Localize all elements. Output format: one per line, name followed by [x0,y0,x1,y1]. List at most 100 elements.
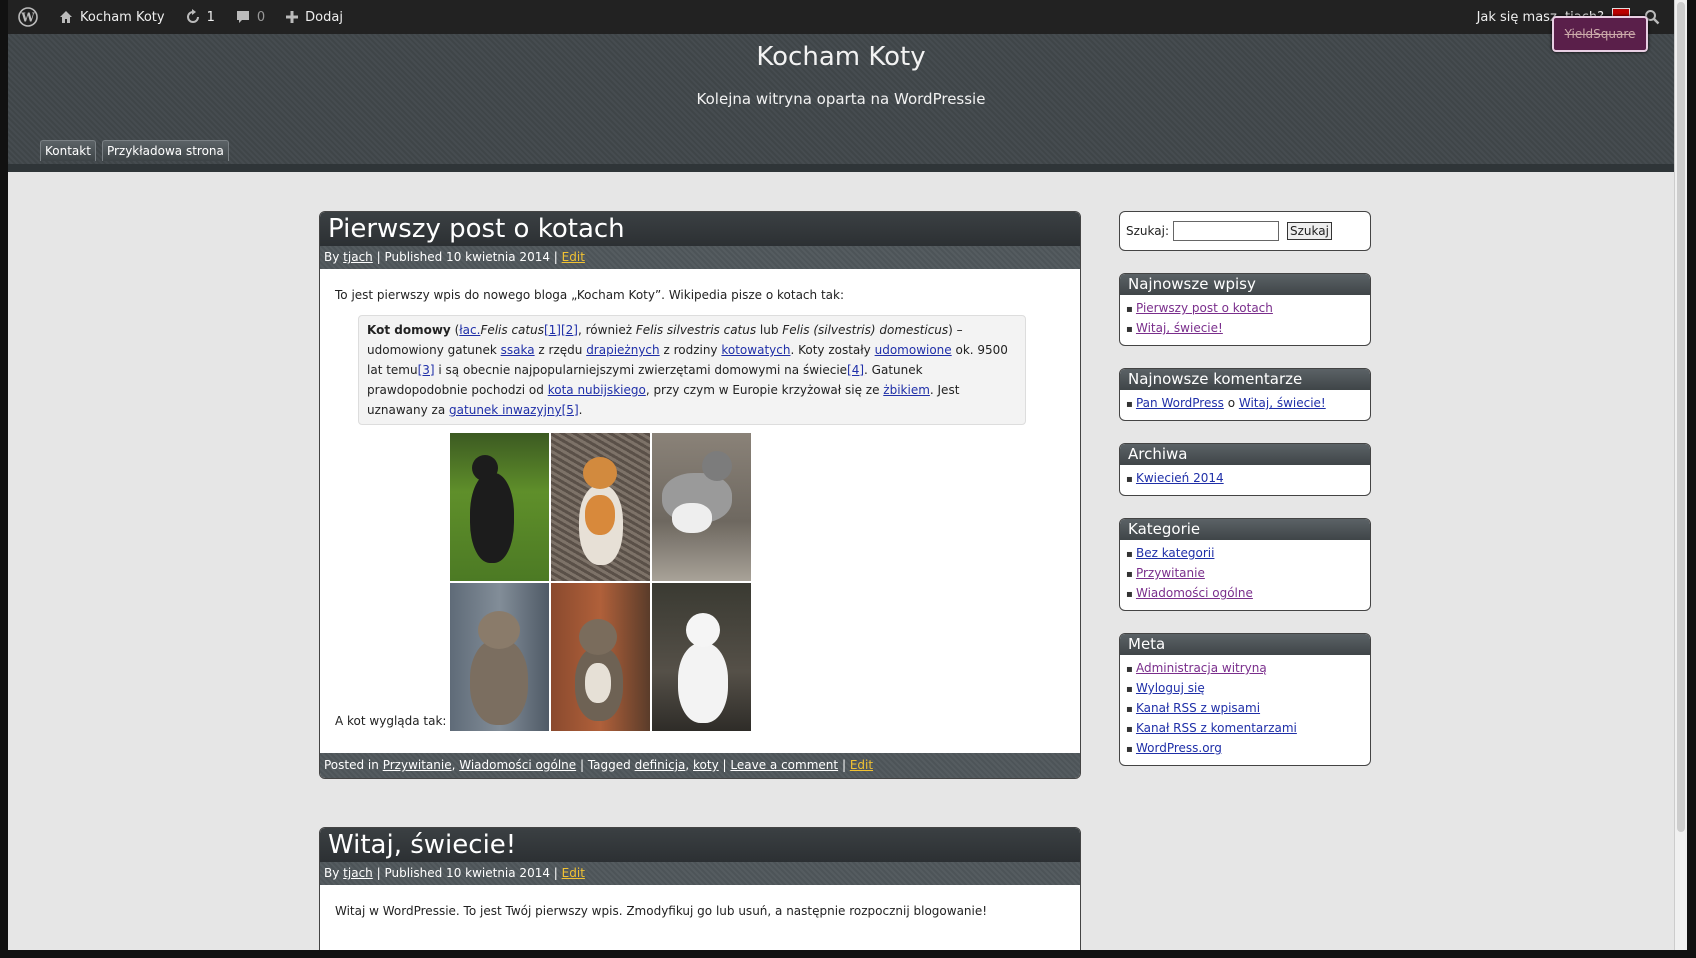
site-tagline: Kolejna witryna oparta na WordPressie [696,90,986,108]
search-button[interactable]: Szukaj [1287,222,1332,240]
site-header: Kocham Koty Kolejna witryna oparta na Wo… [8,34,1674,172]
search-input[interactable] [1173,221,1279,241]
category-link-wiadomosci[interactable]: Wiadomości ogólne [459,758,576,772]
recent-comments-widget: Najnowsze komentarze Pan WordPress o Wit… [1119,368,1371,421]
search-widget: Szukaj: Szukaj [1119,211,1371,251]
yieldsquare-overlay-button[interactable]: YieldSquare [1552,16,1648,52]
author-link[interactable]: tjach [343,866,373,880]
nav-item-kontakt[interactable]: Kontakt [40,140,96,161]
post-title[interactable]: Pierwszy post o kotach [320,212,1080,246]
widget-title: Archiwa [1120,444,1370,465]
quote-link[interactable]: kota nubijskiego [548,383,646,397]
comments-count: 0 [256,9,266,25]
list-item: Pierwszy post o kotach [1126,299,1364,319]
tag-link-koty[interactable]: koty [693,758,719,772]
meta-link[interactable]: Wyloguj się [1136,681,1205,695]
quote-link[interactable]: drapieżnych [586,343,659,357]
vertical-scrollbar[interactable] [1674,0,1687,950]
new-content-button[interactable]: Dodaj [275,0,353,34]
comment-author-link[interactable]: Pan WordPress [1136,396,1224,410]
meta-link[interactable]: Kanał RSS z komentarzami [1136,721,1297,735]
scrollbar-thumb[interactable] [1677,2,1685,832]
quote-text: Felis silvestris catus [635,323,757,337]
cat-photo[interactable] [450,433,550,581]
meta-link[interactable]: Administracja witryną [1136,661,1267,675]
quote-text: . Koty zostały [790,343,875,357]
updates-count: 1 [206,9,215,25]
quote-text: , przy czym w Europie krzyżował się ze [645,383,884,397]
cat-photo[interactable] [551,433,651,581]
quote-ref-link[interactable]: [5] [562,403,579,417]
published-date: | Published 10 kwietnia 2014 | [376,866,558,880]
recent-post-link[interactable]: Witaj, świecie! [1136,321,1223,335]
meta-link[interactable]: WordPress.org [1136,741,1222,755]
quote-ref-link[interactable]: [3] [418,363,435,377]
quote-text: Felis catus [480,323,544,337]
quote-text: ( [450,323,460,337]
edit-link[interactable]: Edit [562,250,585,264]
list-item: Wiadomości ogólne [1126,584,1364,604]
cat-photo[interactable] [652,433,752,581]
quote-text: Felis (silvestris) domesticus [782,323,949,337]
recent-post-link[interactable]: Pierwszy post o kotach [1136,301,1273,315]
edit-link[interactable]: Edit [562,866,585,880]
browser-viewport: W Kocham Koty 1 0 Dodaj Jak się masz, tj… [8,0,1674,950]
post-title[interactable]: Witaj, świecie! [320,828,1080,862]
nav-item-przykladowa-strona[interactable]: Przykładowa strona [101,140,229,161]
comment-on-label: o [1223,396,1239,410]
widget-title: Meta [1120,634,1370,655]
author-link[interactable]: tjach [343,250,373,264]
category-link-przywitanie[interactable]: Przywitanie [383,758,452,772]
quote-link[interactable]: żbikiem [883,383,930,397]
quote-link[interactable]: kotowatych [721,343,790,357]
quote-link[interactable]: ssaka [501,343,535,357]
list-item: Pan WordPress o Witaj, świecie! [1126,394,1364,414]
meta-by-label: By [324,866,340,880]
comments-button[interactable]: 0 [225,0,275,34]
refresh-icon [186,9,199,23]
archives-widget: Archiwa Kwiecień 2014 [1119,443,1371,496]
comment-post-link[interactable]: Witaj, świecie! [1239,396,1326,410]
new-content-label: Dodaj [305,9,343,25]
quote-ref-link[interactable]: [1][2] [544,323,578,337]
site-name-button[interactable]: Kocham Koty [48,0,175,34]
quote-text: z rzędu [534,343,587,357]
wordpress-icon: W [18,7,38,27]
plus-icon [286,11,299,23]
list-item: Kanał RSS z komentarzami [1126,719,1364,739]
post-text: Witaj w WordPressie. To jest Twój pierws… [335,904,988,918]
widget-title: Najnowsze wpisy [1120,274,1370,295]
published-date: | Published 10 kwietnia 2014 | [376,250,558,264]
category-link[interactable]: Przywitanie [1136,566,1205,580]
leave-comment-link[interactable]: Leave a comment [730,758,838,772]
meta-link[interactable]: Kanał RSS z wpisami [1136,701,1260,715]
post-footer: Posted in Przywitanie, Wiadomości ogólne… [320,753,1080,778]
quote-text: lub [756,323,783,337]
category-link[interactable]: Bez kategorii [1136,546,1214,560]
post-content: To jest pierwszy wpis do nowego bloga „K… [320,269,1080,741]
wikipedia-quote: Kot domowy (łac.Felis catus[1][2], równi… [358,315,1026,425]
cat-photo[interactable] [551,583,651,731]
gallery-caption: A kot wygląda tak: [335,714,447,728]
wordpress-logo-button[interactable]: W [8,0,48,34]
separator: | [722,758,727,772]
cat-photo[interactable] [450,583,550,731]
category-link[interactable]: Wiadomości ogólne [1136,586,1253,600]
list-item: Wyloguj się [1126,679,1364,699]
quote-link[interactable]: udomowione [875,343,952,357]
edit-link[interactable]: Edit [850,758,873,772]
list-item: Witaj, świecie! [1126,319,1364,339]
quote-link[interactable]: łac. [459,323,480,337]
cat-photo[interactable] [652,583,752,731]
updates-button[interactable]: 1 [175,0,225,34]
tag-link-definicja[interactable]: definicja [635,758,686,772]
archive-link[interactable]: Kwiecień 2014 [1136,471,1224,485]
sidebar: Szukaj: Szukaj Najnowsze wpisy Pierwszy … [1119,211,1371,788]
admin-bar: W Kocham Koty 1 0 Dodaj Jak się masz, tj… [8,0,1674,34]
quote-text: z rodziny [659,343,722,357]
site-title[interactable]: Kocham Koty [8,42,1674,72]
quote-text: . [578,403,583,417]
main-navigation: Kontakt Przykładowa strona [40,140,229,161]
quote-link[interactable]: gatunek inwazyjny [449,403,562,417]
quote-ref-link[interactable]: [4] [847,363,864,377]
